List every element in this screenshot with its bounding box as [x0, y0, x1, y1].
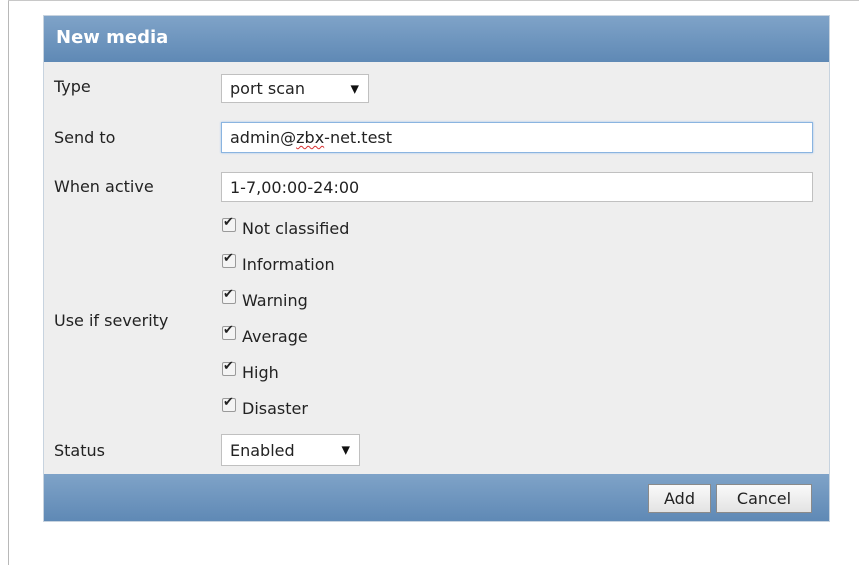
severity-average[interactable]: ✔ Average [222, 324, 308, 348]
checkmark-icon: ✔ [223, 287, 234, 302]
send-to-value-suffix: -net.test [324, 128, 393, 147]
severity-information[interactable]: ✔ Information [222, 252, 335, 276]
severity-disaster[interactable]: ✔ Disaster [222, 396, 308, 420]
checkmark-icon: ✔ [223, 215, 234, 230]
dialog-footer: Add Cancel [44, 474, 829, 521]
checkmark-icon: ✔ [223, 323, 234, 338]
send-to-label: Send to [54, 128, 116, 147]
window-frame-left [8, 0, 9, 565]
when-active-input[interactable]: 1-7,00:00-24:00 [221, 172, 813, 202]
add-button[interactable]: Add [648, 484, 711, 513]
status-select-value: Enabled [230, 440, 295, 460]
warning-label: Warning [242, 290, 308, 310]
disaster-label: Disaster [242, 398, 308, 418]
checkmark-icon: ✔ [223, 359, 234, 374]
new-media-dialog: New media Type port scan ▼ Send to admin… [43, 15, 830, 522]
status-select[interactable]: Enabled ▼ [221, 434, 360, 466]
severity-warning[interactable]: ✔ Warning [222, 288, 308, 312]
information-checkbox[interactable]: ✔ [222, 251, 236, 268]
type-label: Type [54, 77, 91, 96]
window-frame-top [8, 0, 859, 1]
type-select[interactable]: port scan ▼ [221, 74, 369, 103]
severity-not-classified[interactable]: ✔ Not classified [222, 216, 349, 240]
severity-high[interactable]: ✔ High [222, 360, 279, 384]
not-classified-label: Not classified [242, 218, 350, 238]
average-checkbox[interactable]: ✔ [222, 323, 236, 340]
dialog-header: New media [44, 16, 829, 62]
send-to-value-prefix: admin@ [230, 128, 297, 147]
cancel-button[interactable]: Cancel [716, 484, 812, 513]
chevron-down-icon: ▼ [350, 82, 359, 95]
checkmark-icon: ✔ [223, 251, 234, 266]
type-select-value: port scan [230, 79, 305, 98]
when-active-value: 1-7,00:00-24:00 [230, 177, 360, 197]
warning-checkbox[interactable]: ✔ [222, 287, 236, 304]
send-to-input[interactable]: admin@ zbx -net.test [221, 122, 813, 153]
chevron-down-icon: ▼ [341, 443, 350, 457]
average-label: Average [242, 326, 308, 346]
information-label: Information [242, 254, 335, 274]
use-if-severity-label: Use if severity [54, 311, 169, 330]
checkmark-icon: ✔ [223, 395, 234, 410]
disaster-checkbox[interactable]: ✔ [222, 395, 236, 412]
high-checkbox[interactable]: ✔ [222, 359, 236, 376]
when-active-label: When active [54, 177, 154, 196]
dialog-title: New media [56, 27, 169, 48]
high-label: High [242, 362, 279, 382]
not-classified-checkbox[interactable]: ✔ [222, 215, 236, 232]
status-label: Status [54, 441, 105, 460]
spellcheck-flagged-text: zbx [296, 128, 325, 147]
